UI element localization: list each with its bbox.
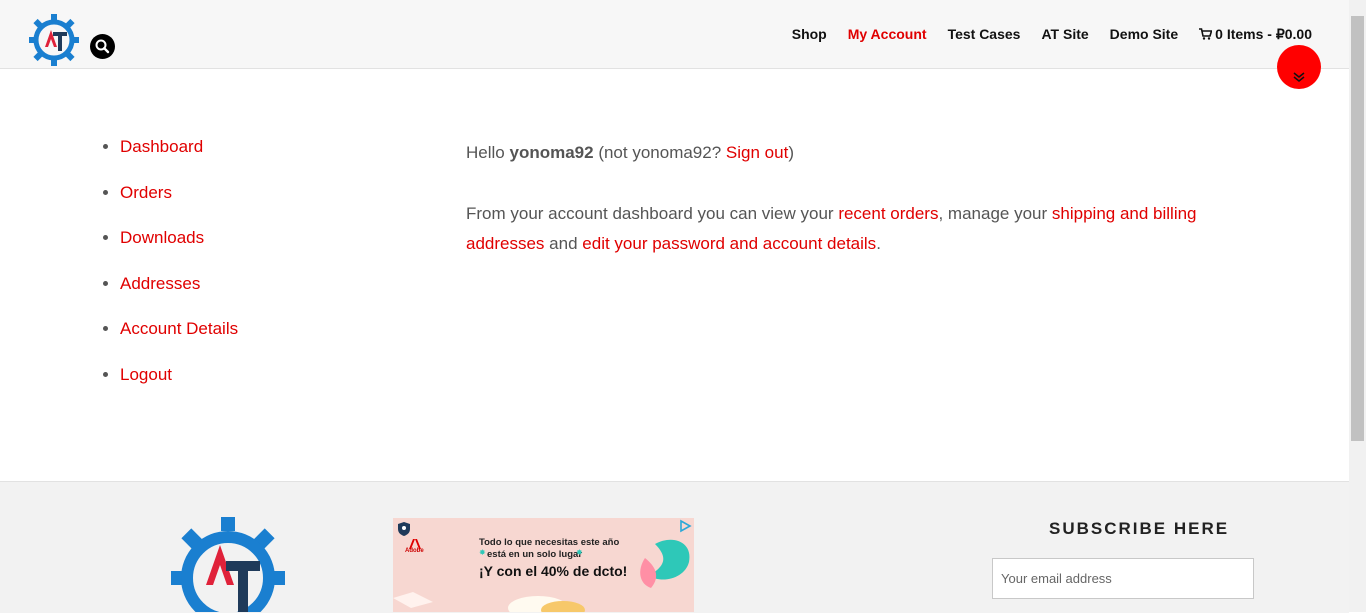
greeting: Hello yonoma92 (not yonoma92? Sign out) (466, 138, 1226, 168)
nav-shop[interactable]: Shop (792, 26, 827, 43)
account-nav-item: Downloads (120, 227, 238, 249)
footer-logo[interactable] (171, 517, 285, 612)
account-nav-dashboard[interactable]: Dashboard (120, 137, 203, 156)
description-text: From your account dashboard you can view… (466, 204, 834, 223)
not-user-text: (not yonoma92? (598, 143, 722, 162)
search-button[interactable] (90, 34, 115, 59)
account-details-link[interactable]: edit your password and account details (582, 234, 876, 253)
account-nav-item: Addresses (120, 273, 238, 295)
search-icon (95, 39, 110, 54)
nav-cart[interactable]: 0 Items - ₽0.00 (1199, 26, 1312, 43)
site-header: Shop My Account Test Cases AT Site Demo … (0, 0, 1349, 69)
subscribe-email-input[interactable] (992, 558, 1254, 599)
account-nav-account-details[interactable]: Account Details (120, 319, 238, 338)
cart-icon (1199, 28, 1213, 40)
chevron-double-down-icon (1293, 72, 1305, 82)
account-nav-orders[interactable]: Orders (120, 183, 172, 202)
nav-test-cases[interactable]: Test Cases (948, 26, 1021, 43)
description-text: . (876, 234, 881, 253)
close-paren: ) (788, 143, 794, 162)
account-nav-downloads[interactable]: Downloads (120, 228, 204, 247)
sign-out-link[interactable]: Sign out (726, 143, 788, 162)
scroll-toggle-button[interactable] (1277, 45, 1321, 89)
description-text: , manage your (938, 204, 1048, 223)
account-nav-addresses[interactable]: Addresses (120, 274, 200, 293)
site-logo[interactable] (29, 14, 79, 66)
account-nav-logout[interactable]: Logout (120, 365, 172, 384)
main-nav: Shop My Account Test Cases AT Site Demo … (792, 26, 1312, 43)
nav-at-site[interactable]: AT Site (1041, 26, 1088, 43)
description-text: and (549, 234, 578, 253)
ad-decoration-image: ✸ ✸ (393, 539, 690, 612)
username: yonoma92 (509, 143, 594, 162)
svg-text:✸: ✸ (479, 548, 486, 557)
dashboard-description: From your account dashboard you can view… (466, 199, 1226, 259)
advertisement-banner[interactable]: Adobe Todo lo que necesitas este año est… (393, 518, 694, 612)
subscribe-title: SUBSCRIBE HERE (1049, 519, 1230, 538)
recent-orders-link[interactable]: recent orders (838, 204, 938, 223)
cart-label: 0 Items - ₽0.00 (1215, 26, 1312, 42)
account-nav-item: Dashboard (120, 136, 238, 158)
account-nav-item: Logout (120, 364, 238, 386)
account-content: Hello yonoma92 (not yonoma92? Sign out) … (466, 138, 1226, 259)
account-nav-item: Orders (120, 182, 238, 204)
account-navigation: Dashboard Orders Downloads Addresses Acc… (102, 136, 238, 410)
svg-text:✸: ✸ (576, 548, 583, 557)
nav-my-account[interactable]: My Account (848, 26, 927, 43)
greeting-text: Hello (466, 143, 505, 162)
nav-demo-site[interactable]: Demo Site (1110, 26, 1178, 43)
account-nav-item: Account Details (120, 318, 238, 340)
scrollbar-thumb[interactable] (1351, 16, 1364, 441)
